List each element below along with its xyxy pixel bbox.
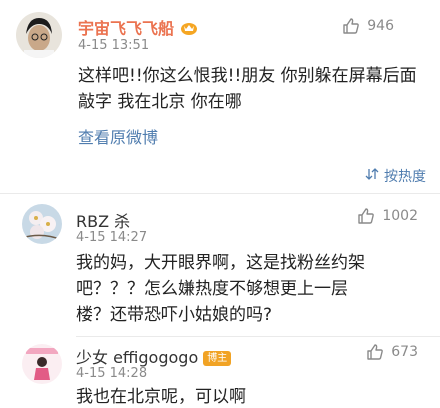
verified-crown-icon [180, 20, 198, 35]
comment-like-button[interactable]: 673 [366, 343, 418, 361]
comment-time: 4-15 14:28 [76, 366, 148, 381]
comment-like-count: 1002 [382, 208, 418, 224]
post-author-avatar[interactable] [16, 12, 62, 58]
comment-divider [76, 336, 440, 337]
thumbs-up-icon [357, 207, 375, 225]
post-like-button[interactable]: 946 [342, 17, 394, 35]
view-original-link[interactable]: 查看原微博 [78, 124, 158, 148]
sort-by-hot-button[interactable]: 按热度 [365, 166, 426, 186]
comment-time: 4-15 14:27 [76, 230, 148, 245]
post-text: 这样吧!!你这么恨我!!朋友 你别躲在屏幕后面敲字 我在北京 你在哪 [78, 66, 417, 112]
post-like-count: 946 [367, 18, 394, 34]
comment-author-name[interactable]: RBZ 杀 [76, 208, 130, 232]
post-author-name[interactable]: 宇宙飞飞飞船 [78, 15, 198, 39]
comment-text: 我的妈，大开眼界啊，这是找粉丝约架吧？？？怎么嫌热度不够想更上一层楼？还带恐吓小… [76, 253, 365, 325]
thumbs-up-icon [366, 343, 384, 361]
comment-avatar[interactable] [22, 204, 62, 244]
sort-label: 按热度 [384, 169, 426, 185]
comment-avatar[interactable] [22, 344, 62, 384]
comment-like-count: 673 [391, 344, 418, 360]
author-badge: 博主 [203, 351, 232, 366]
post-time: 4-15 13:51 [78, 38, 150, 53]
comment-author-name[interactable]: 少女 effigogogo 博主 [76, 344, 232, 368]
sort-icon [365, 167, 379, 185]
comment-like-button[interactable]: 1002 [357, 207, 418, 225]
comment-text: 我也在北京呢，可以啊 [76, 387, 246, 407]
thumbs-up-icon [342, 17, 360, 35]
sort-divider [0, 193, 440, 194]
